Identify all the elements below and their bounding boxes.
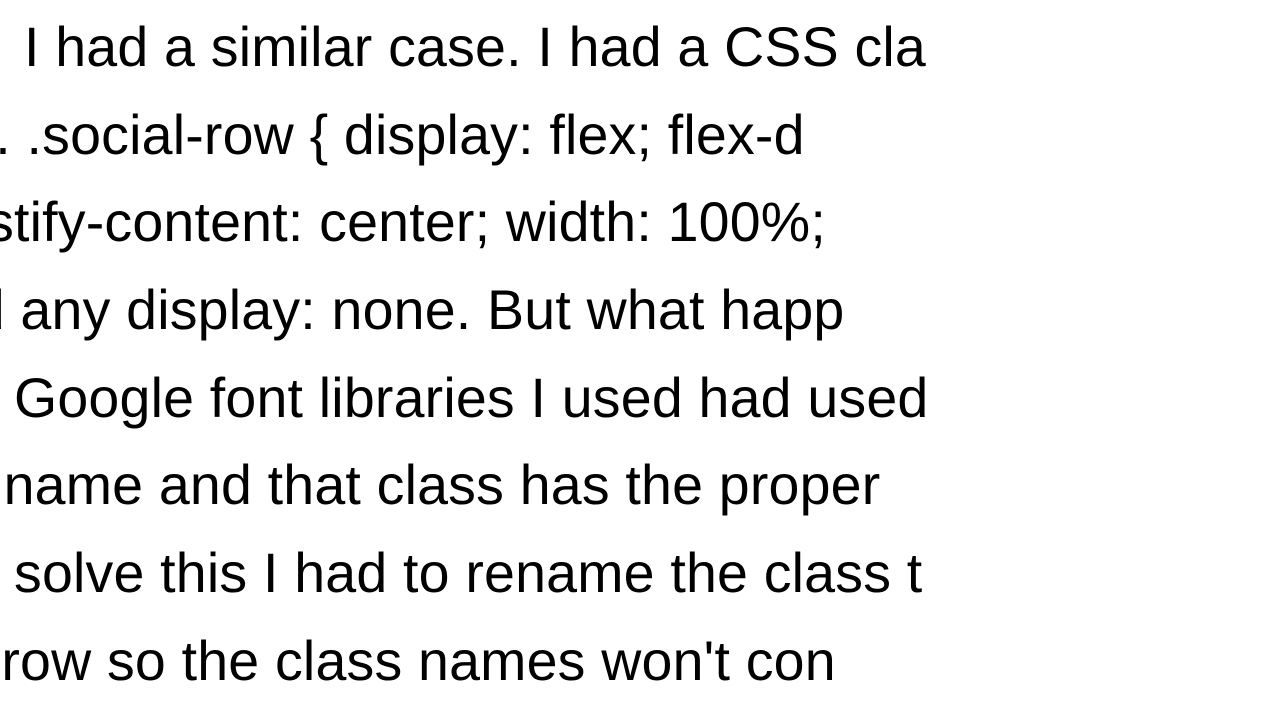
text-line: act-row so the class names won't con bbox=[0, 618, 928, 706]
text-line: ustify-content: center; width: 100%; bbox=[0, 179, 928, 267]
text-line: s name and that class has the proper bbox=[0, 442, 928, 530]
text-line: Google font libraries I used had used bbox=[14, 355, 928, 443]
text-line: solve this I had to rename the class t bbox=[14, 530, 928, 618]
text-body: I had a similar case. I had a CSS cla ow… bbox=[0, 4, 928, 706]
text-line: I had a similar case. I had a CSS cla bbox=[24, 4, 928, 92]
text-line: ified any display: none. But what happ bbox=[0, 267, 928, 355]
text-line: ow. .social-row { display: flex; flex-d bbox=[0, 92, 928, 180]
